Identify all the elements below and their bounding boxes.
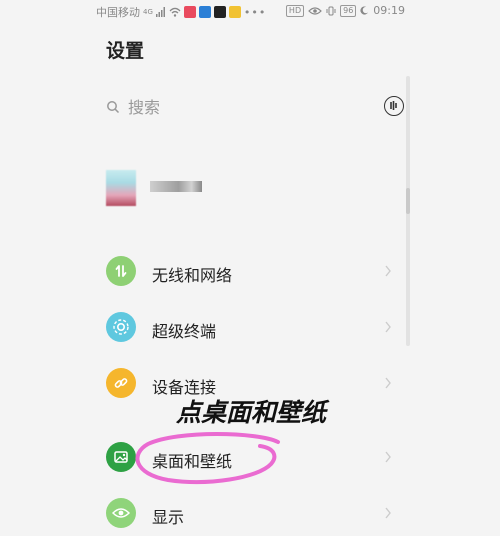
avatar[interactable] [106, 170, 136, 206]
menu-item-label: 超级终端 [152, 322, 217, 341]
status-right: HD 96 09:19 [285, 4, 405, 17]
search-bar[interactable] [106, 92, 406, 122]
chevron-right-icon [385, 377, 391, 389]
page-title: 设置 [106, 40, 145, 62]
account-name-blurred[interactable] [150, 181, 202, 192]
app-notification-icon [228, 6, 241, 18]
status-left: 中国移动 4G ••• [96, 4, 266, 20]
scrollbar[interactable] [406, 76, 410, 346]
chevron-right-icon [385, 265, 391, 277]
clock: 09:19 [373, 4, 405, 17]
status-bar: 中国移动 4G ••• HD 96 09:19 [0, 0, 500, 24]
tiktok-icon [213, 6, 226, 18]
menu-item-label: 显示 [152, 508, 185, 527]
app-notification-icon [198, 6, 211, 18]
search-input[interactable] [128, 94, 348, 120]
network-type: 4G [143, 8, 153, 16]
voice-search-button[interactable] [384, 96, 404, 116]
menu-item-super-device[interactable]: 超级终端 [106, 310, 396, 350]
menu-item-display[interactable]: 显示 [106, 496, 396, 536]
voice-icon [390, 101, 397, 110]
hd-icon: HD [285, 4, 305, 17]
battery-icon: 96 [340, 4, 357, 17]
scrollbar-thumb[interactable] [406, 188, 410, 214]
search-icon [107, 101, 120, 114]
menu-item-label: 无线和网络 [152, 266, 233, 285]
dots-icon: ••• [243, 5, 267, 19]
chevron-right-icon [385, 507, 391, 519]
vibrate-icon [326, 6, 336, 15]
signal-icon [155, 7, 165, 17]
annotation-highlight-circle [135, 432, 280, 484]
super-device-icon [106, 312, 136, 342]
app-notification-icon [183, 6, 196, 18]
carrier-label: 中国移动 [96, 6, 140, 19]
chevron-right-icon [385, 451, 391, 463]
wireless-icon [106, 256, 136, 286]
annotation-text: 点桌面和壁纸 [176, 398, 327, 427]
menu-item-wireless-network[interactable]: 无线和网络 [106, 254, 396, 294]
moon-icon [360, 6, 369, 15]
chevron-right-icon [385, 321, 391, 333]
wifi-icon [169, 7, 181, 17]
link-icon [106, 368, 136, 398]
eye-comfort-icon [308, 6, 322, 15]
